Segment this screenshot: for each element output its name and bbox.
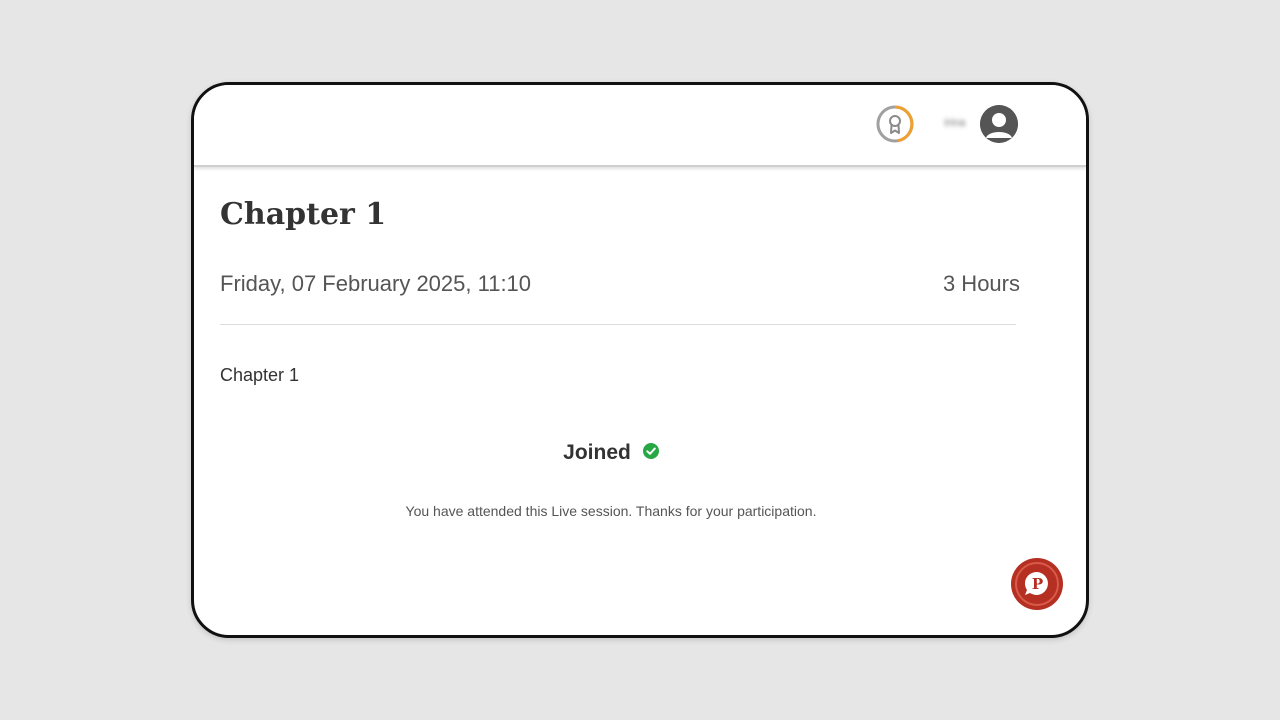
divider — [220, 324, 1016, 325]
joined-status-label: Joined — [563, 441, 631, 464]
session-datetime: Friday, 07 February 2025, 11:10 — [220, 271, 532, 296]
username[interactable]: Irina — [944, 117, 965, 129]
session-description: Chapter 1 — [220, 365, 300, 385]
svg-text:P: P — [1032, 575, 1043, 593]
session-duration: 3 Hours — [942, 271, 1020, 296]
ribbon-award-icon[interactable] — [876, 105, 914, 143]
user-avatar-icon[interactable] — [980, 105, 1018, 143]
top-navbar: Irina — [194, 85, 1086, 167]
joined-status: Joined — [194, 441, 1028, 465]
attended-message: You have attended this Live session. Tha… — [405, 503, 817, 519]
chat-p-icon[interactable]: P — [1010, 557, 1064, 611]
check-circle-icon — [642, 443, 659, 460]
page-title: Chapter 1 — [220, 197, 387, 232]
app-window: Irina Chapter 1 Friday, 07 February 2025… — [191, 82, 1089, 638]
